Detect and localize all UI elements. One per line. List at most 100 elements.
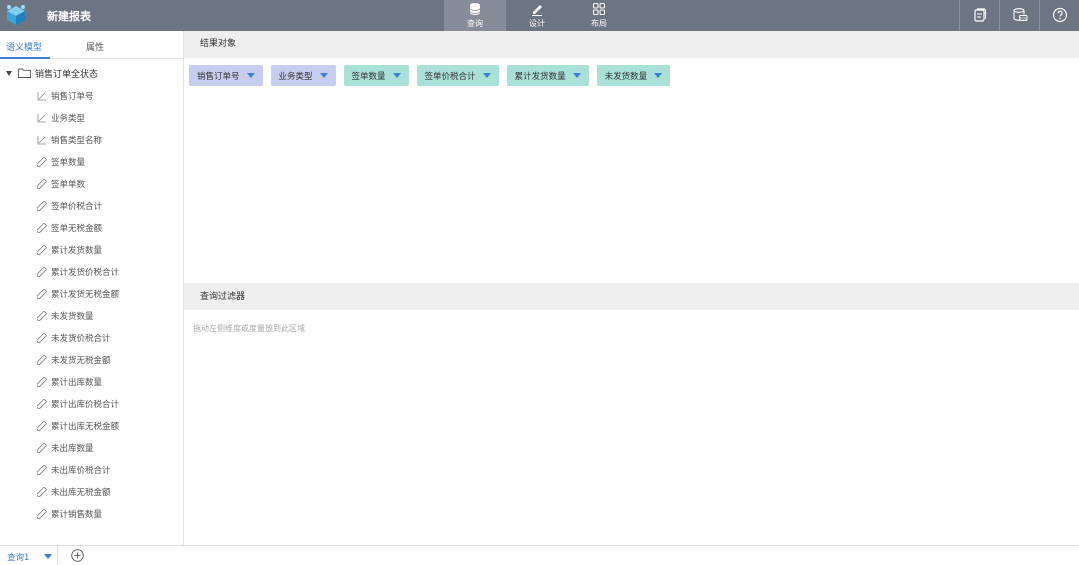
tab-properties[interactable]: 属性 bbox=[86, 40, 104, 53]
field-item[interactable]: 累计销售数量 bbox=[0, 503, 183, 525]
field-item[interactable]: 销售类型名称 bbox=[0, 129, 183, 151]
query-tab[interactable]: 查询1 bbox=[7, 551, 29, 563]
toolbar-right: SQL bbox=[959, 0, 1079, 31]
query-tabs-bar: 查询1 bbox=[0, 545, 1079, 565]
help-icon bbox=[1052, 7, 1068, 23]
measure-ruler-icon bbox=[37, 179, 47, 189]
field-item[interactable]: 未出库数量 bbox=[0, 437, 183, 459]
measure-ruler-icon bbox=[37, 487, 47, 497]
grid-icon bbox=[593, 3, 605, 15]
measure-ruler-icon bbox=[37, 355, 47, 365]
result-chip[interactable]: 签单数量 bbox=[343, 65, 409, 86]
field-item[interactable]: 未发货价税合计 bbox=[0, 327, 183, 349]
measure-ruler-icon bbox=[37, 311, 47, 321]
field-label: 签单无税金额 bbox=[51, 224, 103, 234]
mode-design-label: 设计 bbox=[529, 19, 545, 28]
chip-dropdown-icon[interactable] bbox=[654, 73, 663, 78]
chip-label: 签单价税合计 bbox=[424, 71, 476, 82]
result-chip[interactable]: 未发货数量 bbox=[596, 65, 671, 86]
field-list: 销售订单号业务类型销售类型名称签单数量签单单数签单价税合计签单无税金额 累计发货数… bbox=[0, 85, 183, 525]
field-item[interactable]: 未出库无税金额 bbox=[0, 481, 183, 503]
document-icon bbox=[974, 8, 987, 22]
tree-root[interactable]: 销售订单全状态 bbox=[6, 66, 98, 80]
field-item[interactable]: 累计发货无税金额 bbox=[0, 283, 183, 305]
chip-label: 未发货数量 bbox=[604, 71, 648, 82]
filter-header: 查询过滤器 bbox=[184, 283, 1079, 310]
tab-semantic-model[interactable]: 语义模型 bbox=[6, 40, 42, 53]
expand-caret-icon[interactable] bbox=[6, 70, 12, 76]
results-header: 结果对象 bbox=[184, 31, 1079, 58]
sql-button[interactable]: SQL bbox=[999, 0, 1039, 31]
dimension-icon bbox=[37, 136, 46, 145]
measure-ruler-icon bbox=[37, 245, 47, 255]
filter-drop-hint[interactable]: 拖动左侧维度或度量放到此区域 bbox=[193, 323, 305, 334]
field-label: 未发货价税合计 bbox=[51, 334, 111, 344]
mode-design[interactable]: 设计 bbox=[506, 0, 568, 31]
sidebar-tabs: 语义模型 属性 bbox=[0, 31, 183, 59]
result-chip[interactable]: 签单价税合计 bbox=[416, 65, 499, 86]
measure-ruler-icon bbox=[37, 267, 47, 277]
field-label: 累计出库无税金额 bbox=[51, 422, 120, 432]
field-label: 签单单数 bbox=[51, 180, 86, 190]
measure-ruler-icon bbox=[37, 289, 47, 299]
field-item[interactable]: 签单无税金额 bbox=[0, 217, 183, 239]
field-item[interactable]: 签单数量 bbox=[0, 151, 183, 173]
field-item[interactable]: 业务类型 bbox=[0, 107, 183, 129]
field-label: 销售订单号 bbox=[51, 92, 94, 102]
field-item[interactable]: 累计出库无税金额 bbox=[0, 415, 183, 437]
measure-ruler-icon bbox=[37, 223, 47, 233]
field-item[interactable]: 累计出库价税合计 bbox=[0, 393, 183, 415]
field-item[interactable]: 签单单数 bbox=[0, 173, 183, 195]
field-item[interactable]: 累计出库数量 bbox=[0, 371, 183, 393]
field-item[interactable]: 未发货数量 bbox=[0, 305, 183, 327]
pencil-icon bbox=[532, 5, 542, 16]
field-item[interactable]: 签单价税合计 bbox=[0, 195, 183, 217]
chip-dropdown-icon[interactable] bbox=[482, 73, 491, 78]
measure-ruler-icon bbox=[37, 333, 47, 343]
measure-ruler-icon bbox=[37, 421, 47, 431]
field-label: 未发货无税金额 bbox=[51, 356, 111, 366]
result-chip[interactable]: 业务类型 bbox=[270, 65, 336, 86]
field-label: 业务类型 bbox=[51, 114, 86, 124]
query-workspace: 结果对象 销售订单号 业务类型 签单数量 签单价税合计 累计发货数量 未发货数量 查询过滤… bbox=[184, 31, 1079, 545]
field-item[interactable]: 销售订单号 bbox=[0, 85, 183, 107]
chip-dropdown-icon[interactable] bbox=[319, 73, 328, 78]
measure-ruler-icon bbox=[37, 201, 47, 211]
help-button[interactable] bbox=[1039, 0, 1079, 31]
chip-label: 累计发货数量 bbox=[514, 71, 566, 82]
field-item[interactable]: 未发货无税金额 bbox=[0, 349, 183, 371]
field-label: 累计出库价税合计 bbox=[51, 400, 120, 410]
semantic-sidebar: 语义模型 属性 销售订单全状态 销售订单号业务类型销售类型名称签单数量签单单数签… bbox=[0, 31, 184, 545]
field-item[interactable]: 累计发货数量 bbox=[0, 239, 183, 261]
field-item[interactable]: 未出库价税合计 bbox=[0, 459, 183, 481]
result-chip[interactable]: 累计发货数量 bbox=[506, 65, 589, 86]
chip-label: 业务类型 bbox=[278, 71, 313, 82]
result-chip[interactable]: 销售订单号 bbox=[189, 65, 263, 86]
measure-ruler-icon bbox=[37, 509, 47, 519]
chip-label: 销售订单号 bbox=[197, 71, 240, 82]
tree-root-label: 销售订单全状态 bbox=[35, 69, 99, 80]
chip-dropdown-icon[interactable] bbox=[572, 73, 581, 78]
field-label: 未出库无税金额 bbox=[51, 488, 111, 498]
result-chips: 销售订单号 业务类型 签单数量 签单价税合计 累计发货数量 未发货数量 bbox=[189, 65, 678, 86]
measure-ruler-icon bbox=[37, 399, 47, 409]
chip-dropdown-icon[interactable] bbox=[392, 73, 401, 78]
dimension-icon bbox=[37, 92, 46, 101]
mode-layout[interactable]: 布局 bbox=[568, 0, 630, 31]
chip-dropdown-icon[interactable] bbox=[246, 73, 255, 78]
app-logo-icon bbox=[7, 5, 25, 25]
mode-query[interactable]: 查询 bbox=[444, 0, 506, 31]
field-label: 销售类型名称 bbox=[51, 136, 103, 146]
query-tab-dropdown-icon[interactable] bbox=[44, 554, 52, 559]
document-button[interactable] bbox=[959, 0, 999, 31]
field-label: 累计发货价税合计 bbox=[51, 268, 120, 278]
field-item[interactable]: 累计发货价税合计 bbox=[0, 261, 183, 283]
measure-ruler-icon bbox=[37, 377, 47, 387]
active-tab-indicator bbox=[0, 57, 50, 59]
field-label: 未出库价税合计 bbox=[51, 466, 111, 476]
field-label: 累计发货数量 bbox=[51, 246, 103, 256]
field-label: 累计销售数量 bbox=[51, 510, 103, 520]
field-label: 未发货数量 bbox=[51, 312, 94, 322]
database-icon bbox=[469, 3, 481, 15]
add-query-icon[interactable] bbox=[71, 549, 84, 562]
